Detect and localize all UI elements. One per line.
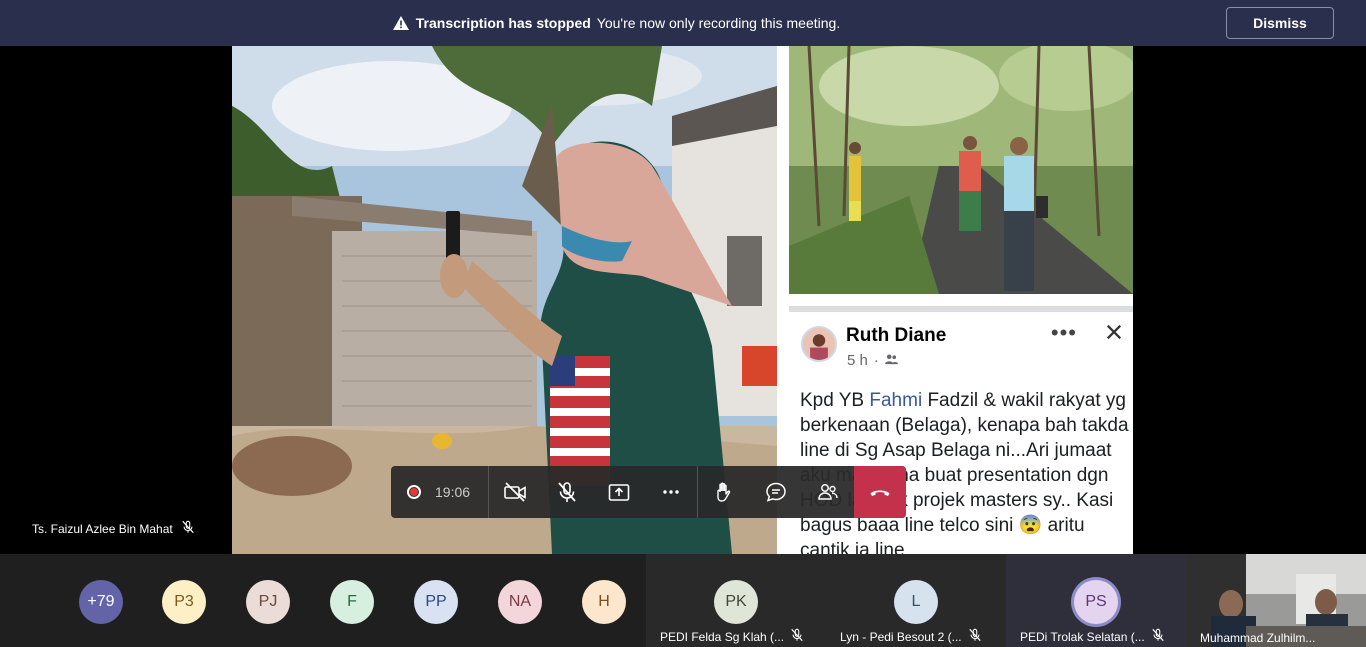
chat-button[interactable] — [750, 466, 802, 518]
participant-avatar: PS — [1074, 580, 1118, 624]
participant-name-label: PEDI Felda Sg Klah (... — [660, 628, 804, 645]
participant-tile[interactable]: PK PEDI Felda Sg Klah (... — [646, 554, 826, 647]
more-options-icon[interactable]: ••• — [1051, 320, 1077, 346]
presenter-label: Ts. Faizul Azlee Bin Mahat — [32, 520, 195, 537]
participant-tile-speaking[interactable]: PS PEDi Trolak Selatan (... — [1006, 554, 1186, 647]
leave-call-button[interactable] — [854, 466, 906, 518]
mic-muted-icon — [790, 628, 804, 645]
participant-name: PEDI Felda Sg Klah (... — [660, 629, 785, 644]
banner-message: Transcription has stopped You're now onl… — [392, 15, 840, 31]
participant-avatar[interactable]: PJ — [246, 580, 290, 624]
dot-separator: · — [873, 352, 879, 369]
call-timer: 19:06 — [435, 484, 471, 500]
participant-avatar[interactable]: NA — [498, 580, 542, 624]
camera-off-icon — [504, 482, 526, 502]
post-author-avatar — [801, 326, 837, 362]
share-tray-icon — [608, 484, 630, 501]
hand-icon — [717, 482, 731, 502]
post-timestamp: 5 h · — [847, 352, 898, 369]
post-author-name[interactable]: Ruth Diane — [846, 325, 946, 347]
dismiss-button[interactable]: Dismiss — [1226, 7, 1334, 39]
banner-title: Transcription has stopped — [415, 15, 591, 31]
participant-video-tile[interactable]: Muhammad Zulhilm... — [1186, 554, 1366, 647]
participant-avatar[interactable]: H — [582, 580, 626, 624]
transcription-banner: Transcription has stopped You're now onl… — [0, 0, 1366, 46]
mic-muted-icon — [181, 520, 195, 537]
teams-meeting-window: Transcription has stopped You're now onl… — [0, 0, 1366, 647]
camera-toggle-button[interactable] — [489, 466, 541, 518]
post-mention-link[interactable]: Fahmi — [869, 390, 922, 411]
overflow-participants-button[interactable]: +79 — [79, 580, 123, 624]
post-time-text: 5 h — [847, 352, 868, 369]
ellipsis-icon — [663, 490, 679, 494]
participant-name: Lyn - Pedi Besout 2 (... — [840, 629, 962, 644]
participant-name: PEDi Trolak Selatan (... — [1020, 629, 1145, 644]
mic-muted-icon — [968, 628, 982, 645]
hang-up-icon — [870, 490, 890, 496]
share-content-button[interactable] — [593, 466, 645, 518]
people-icon — [818, 484, 838, 500]
participants-button[interactable] — [802, 466, 854, 518]
participant-name-label: PEDi Trolak Selatan (... — [1020, 628, 1165, 645]
mic-off-icon — [558, 482, 576, 502]
participant-avatar: PK — [714, 580, 758, 624]
mic-muted-icon — [1151, 628, 1165, 645]
friends-icon — [884, 352, 898, 369]
recording-indicator: 19:06 — [391, 466, 489, 518]
close-icon[interactable] — [1105, 320, 1123, 348]
shared-photo-men-with-phones — [789, 46, 1133, 294]
participant-tile[interactable]: L Lyn - Pedi Besout 2 (... — [826, 554, 1006, 647]
warning-icon — [392, 15, 410, 31]
mic-toggle-button[interactable] — [541, 466, 593, 518]
call-control-bar: 19:06 — [391, 466, 906, 518]
post-text-part: Kpd YB — [800, 390, 870, 411]
participant-avatar[interactable]: PP — [414, 580, 458, 624]
participant-bar: +79 P3 PJ F PP NA H PK PEDI Felda Sg Kla… — [0, 554, 1366, 647]
banner-text: You're now only recording this meeting. — [596, 15, 841, 31]
participant-avatar-strip: +79 P3 PJ F PP NA H — [0, 554, 646, 647]
raise-hand-button[interactable] — [698, 466, 750, 518]
participant-name-label: Muhammad Zulhilm... — [1200, 631, 1315, 645]
participant-avatar[interactable]: F — [330, 580, 374, 624]
participant-avatar: L — [894, 580, 938, 624]
more-actions-button[interactable] — [645, 466, 697, 518]
participant-avatar[interactable]: P3 — [162, 580, 206, 624]
participant-name: Muhammad Zulhilm... — [1200, 631, 1316, 645]
record-icon — [407, 485, 421, 499]
participant-name-label: Lyn - Pedi Besout 2 (... — [840, 628, 982, 645]
presenter-name: Ts. Faizul Azlee Bin Mahat — [32, 521, 173, 536]
chat-icon — [766, 482, 786, 502]
